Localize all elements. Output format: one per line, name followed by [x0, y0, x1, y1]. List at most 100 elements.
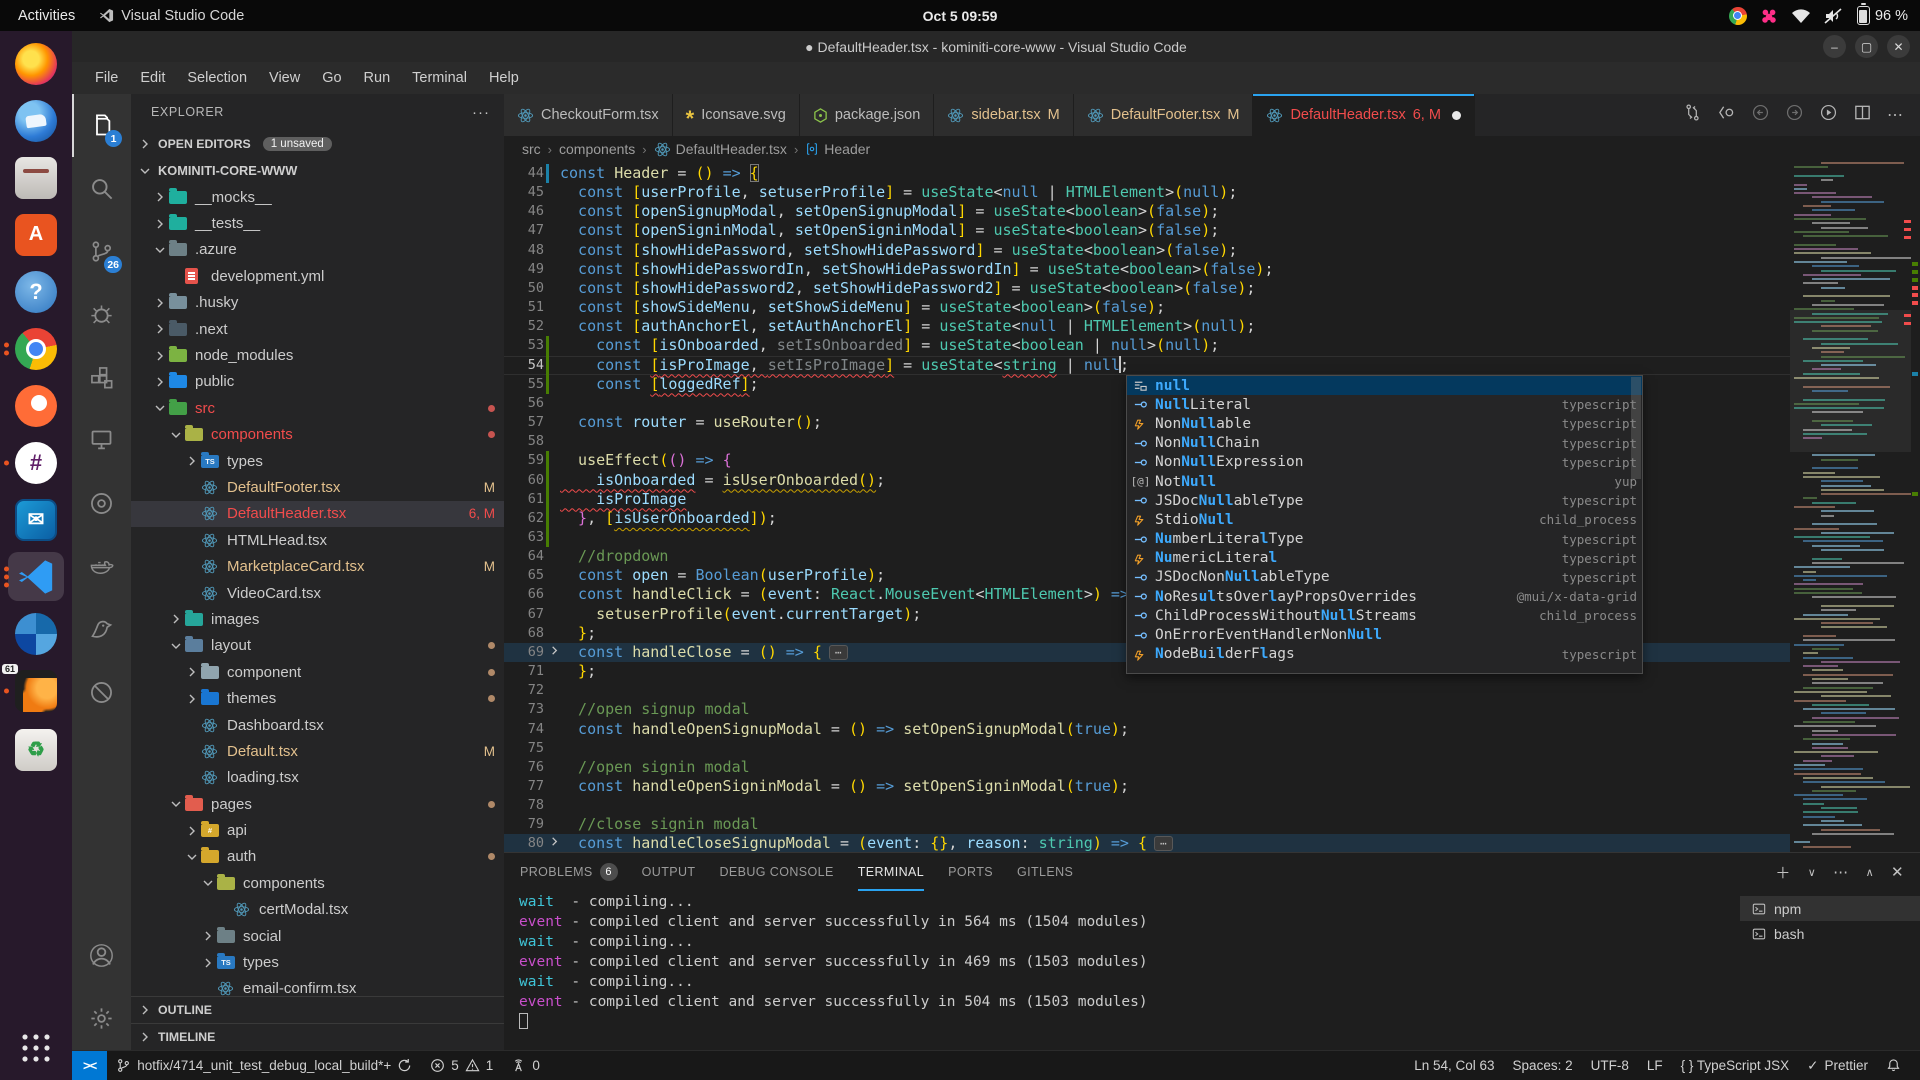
- indentation[interactable]: Spaces: 2: [1504, 1051, 1582, 1080]
- tree-item-DefaultHeader.tsx[interactable]: DefaultHeader.tsx6, M: [131, 501, 504, 527]
- tab-DefaultFooter.tsx[interactable]: DefaultFooter.tsxM: [1074, 94, 1254, 136]
- focused-app-menu[interactable]: Visual Studio Code: [99, 8, 244, 24]
- dock-item-help[interactable]: ?: [0, 263, 72, 320]
- dock-item-thunderbird[interactable]: [0, 92, 72, 149]
- code-line-75[interactable]: 75: [504, 739, 1790, 758]
- dock-item-vscode[interactable]: [0, 548, 72, 605]
- tree-item-api[interactable]: #api: [131, 817, 504, 843]
- activity-source-control-icon[interactable]: 26: [72, 220, 131, 283]
- timeline-section[interactable]: TIMELINE: [131, 1023, 504, 1050]
- code-line-78[interactable]: 78: [504, 796, 1790, 815]
- menu-file[interactable]: File: [84, 66, 129, 90]
- tree-item-components[interactable]: components: [131, 870, 504, 896]
- dock-item-firefox[interactable]: [0, 35, 72, 92]
- tree-item-DefaultFooter.tsx[interactable]: DefaultFooter.tsxM: [131, 474, 504, 500]
- tree-item-pages[interactable]: pages: [131, 791, 504, 817]
- maximize-panel-icon[interactable]: ∧: [1866, 866, 1874, 879]
- tree-item-.next[interactable]: .next: [131, 316, 504, 342]
- dock-item-app-grid[interactable]: [0, 1019, 72, 1076]
- suggestion-null[interactable]: null: [1127, 376, 1642, 395]
- breadcrumb-src[interactable]: src: [522, 141, 541, 157]
- activities-button[interactable]: Activities: [18, 8, 75, 24]
- terminal-output[interactable]: wait - compiling...event - compiled clie…: [504, 891, 1740, 1050]
- remote-indicator[interactable]: ><: [72, 1051, 107, 1080]
- suggestion-ChildProcessWithoutNullStreams[interactable]: ChildProcessWithoutNullStreamschild_proc…: [1127, 606, 1642, 625]
- suggestion-OnErrorEventHandlerNonNull[interactable]: OnErrorEventHandlerNonNull: [1127, 625, 1642, 644]
- popup-scrollbar[interactable]: [1631, 377, 1641, 479]
- dock-item-trash[interactable]: ♻: [0, 721, 72, 778]
- panel-tab-output[interactable]: OUTPUT: [642, 853, 696, 891]
- dirty-dot[interactable]: [1452, 111, 1461, 120]
- tree-item-.azure[interactable]: .azure: [131, 237, 504, 263]
- activity-files-icon[interactable]: 1: [72, 94, 131, 157]
- dock-item-pinwheel[interactable]: [0, 605, 72, 662]
- code-line-54[interactable]: 54 const [isProImage, setIsProImage] = u…: [504, 356, 1790, 375]
- panel-tab-problems[interactable]: PROBLEMS6: [520, 853, 618, 891]
- activity-extensions-icon[interactable]: [72, 346, 131, 409]
- tree-item-types[interactable]: TStypes: [131, 949, 504, 975]
- code-line-51[interactable]: 51 const [showSideMenu, setShowSideMenu]…: [504, 298, 1790, 317]
- code-line-49[interactable]: 49 const [showHidePasswordIn, setShowHid…: [504, 260, 1790, 279]
- minimize-button[interactable]: –: [1823, 35, 1846, 58]
- tree-item-loading.tsx[interactable]: loading.tsx: [131, 765, 504, 791]
- tree-item-VideoCard.tsx[interactable]: VideoCard.tsx: [131, 580, 504, 606]
- tree-item-social[interactable]: social: [131, 923, 504, 949]
- outline-section[interactable]: OUTLINE: [131, 996, 504, 1023]
- dock-item-ubuntu-software[interactable]: A: [0, 206, 72, 263]
- suggestion-NullLiteral[interactable]: NullLiteraltypescript: [1127, 395, 1642, 414]
- activity-run-debug-icon[interactable]: [72, 283, 131, 346]
- terminal-dropdown-icon[interactable]: ∨: [1808, 866, 1816, 879]
- tree-item-layout[interactable]: layout: [131, 633, 504, 659]
- tree-item-public[interactable]: public: [131, 369, 504, 395]
- eol-sequence[interactable]: LF: [1638, 1051, 1672, 1080]
- menu-terminal[interactable]: Terminal: [401, 66, 478, 90]
- breadcrumb[interactable]: src›components›DefaultHeader.tsx›Header: [504, 136, 1920, 162]
- terminal-prompt[interactable]: [519, 1012, 1740, 1032]
- minimap[interactable]: [1790, 162, 1911, 852]
- clock[interactable]: Oct 5 09:59: [923, 8, 998, 24]
- menu-go[interactable]: Go: [311, 66, 352, 90]
- suggestion-NoResultsOverlayPropsOverrides[interactable]: NoResultsOverlayPropsOverrides@mui/x-dat…: [1127, 587, 1642, 606]
- breadcrumb-components[interactable]: components: [559, 141, 635, 157]
- close-panel-icon[interactable]: ✕: [1891, 863, 1904, 881]
- tab-CheckoutForm.tsx[interactable]: CheckoutForm.tsx: [504, 94, 673, 136]
- folded-code-pill[interactable]: ⋯: [829, 645, 848, 660]
- suggestion-JSDocNullableType[interactable]: JSDocNullableTypetypescript: [1127, 491, 1642, 510]
- menu-edit[interactable]: Edit: [129, 66, 176, 90]
- suggestion-NotNull[interactable]: [@]NotNullyup: [1127, 472, 1642, 491]
- activity-disable-icon[interactable]: [72, 661, 131, 724]
- dock-item-files[interactable]: [0, 149, 72, 206]
- title-bar[interactable]: ● DefaultHeader.tsx - kominiti-core-www …: [72, 31, 1920, 62]
- close-button[interactable]: ✕: [1887, 35, 1910, 58]
- menu-selection[interactable]: Selection: [176, 66, 258, 90]
- tree-item-Default.tsx[interactable]: Default.tsxM: [131, 738, 504, 764]
- activity-settings-gear-icon[interactable]: [72, 987, 131, 1050]
- code-line-76[interactable]: 76 //open signin modal: [504, 758, 1790, 777]
- ports-item[interactable]: 0: [502, 1051, 549, 1080]
- menu-help[interactable]: Help: [478, 66, 530, 90]
- tree-item-themes[interactable]: themes: [131, 685, 504, 711]
- tree-item-Dashboard.tsx[interactable]: Dashboard.tsx: [131, 712, 504, 738]
- panel-tab-debug-console[interactable]: DEBUG CONSOLE: [719, 853, 833, 891]
- tree-item-.husky[interactable]: .husky: [131, 290, 504, 316]
- git-branch-item[interactable]: hotfix/4714_unit_test_debug_local_build*…: [107, 1051, 421, 1080]
- tab-sidebar.tsx[interactable]: sidebar.tsxM: [934, 94, 1073, 136]
- panel-tab-gitlens[interactable]: GITLENS: [1017, 853, 1073, 891]
- dock-item-orange-app[interactable]: 61: [0, 662, 72, 719]
- code-line-72[interactable]: 72: [504, 681, 1790, 700]
- tree-item-certModal.tsx[interactable]: certModal.tsx: [131, 897, 504, 923]
- terminal-instance-npm[interactable]: npm: [1740, 896, 1920, 921]
- open-changes-icon[interactable]: [1717, 103, 1736, 127]
- tree-item-__mocks__[interactable]: __mocks__: [131, 184, 504, 210]
- code-line-48[interactable]: 48 const [showHidePassword, setShowHideP…: [504, 241, 1790, 260]
- notifications-bell-icon[interactable]: [1877, 1051, 1910, 1080]
- compare-changes-icon[interactable]: [1683, 103, 1702, 127]
- language-mode[interactable]: { } TypeScript JSX: [1672, 1051, 1799, 1080]
- views-more-actions-icon[interactable]: ···: [472, 104, 490, 121]
- tray-app-icon[interactable]: [1760, 7, 1778, 25]
- suggestion-NonNullable[interactable]: NonNullabletypescript: [1127, 414, 1642, 433]
- suggestion-NodeBuilderFlags[interactable]: NodeBuilderFlagstypescript: [1127, 645, 1642, 664]
- tree-item-images[interactable]: images: [131, 606, 504, 632]
- tree-item-auth[interactable]: auth: [131, 844, 504, 870]
- go-forward-icon[interactable]: [1785, 103, 1804, 127]
